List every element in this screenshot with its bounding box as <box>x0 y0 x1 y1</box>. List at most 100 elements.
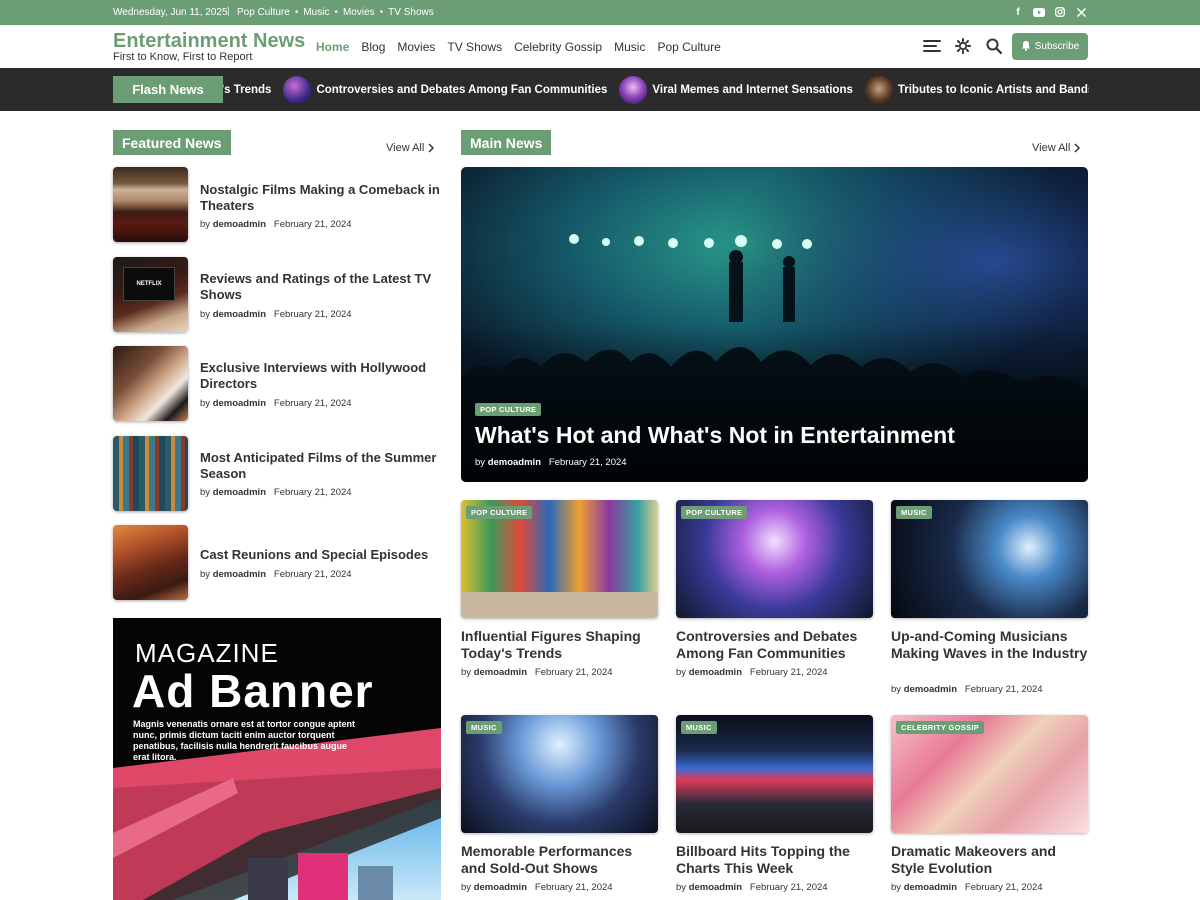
author-name[interactable]: demoadmin <box>213 219 266 230</box>
card-title[interactable]: Controversies and Debates Among Fan Comm… <box>676 628 874 662</box>
nav-celebrity-gossip[interactable]: Celebrity Gossip <box>514 40 602 54</box>
post-date: February 21, 2024 <box>273 219 352 230</box>
featured-title[interactable]: Reviews and Ratings of the Latest TV Sho… <box>200 271 445 303</box>
author-name[interactable]: demoadmin <box>904 882 957 893</box>
top-link-tv-shows[interactable]: TV Shows <box>388 7 434 18</box>
current-date: Wednesday, Jun 11, 2025 <box>113 7 228 18</box>
author-name[interactable]: demoadmin <box>474 882 527 893</box>
nav-blog[interactable]: Blog <box>361 40 385 54</box>
hero-title[interactable]: What's Hot and What's Not in Entertainme… <box>475 422 955 449</box>
ad-body-text: Magnis venenatis ornare est at tortor co… <box>133 719 356 762</box>
post-meta: by demoadmin February 21, 2024 <box>200 569 352 580</box>
bell-icon <box>1021 40 1031 54</box>
featured-thumbnail[interactable] <box>113 525 188 600</box>
nav-pop-culture[interactable]: Pop Culture <box>657 40 720 54</box>
ticker-item-title: y's Trends <box>223 83 272 96</box>
featured-item[interactable]: Exclusive Interviews with Hollywood Dire… <box>113 346 443 422</box>
subscribe-label: Subscribe <box>1034 41 1080 52</box>
post-date: February 21, 2024 <box>273 569 352 580</box>
view-all-label: View All <box>1032 142 1071 154</box>
nav-tv-shows[interactable]: TV Shows <box>447 40 502 54</box>
author-name[interactable]: demoadmin <box>213 309 266 320</box>
post-meta: by demoadmin February 21, 2024 <box>891 882 1043 893</box>
main-view-all[interactable]: View All <box>1032 142 1081 154</box>
post-meta: by demoadmin February 21, 2024 <box>200 219 352 230</box>
card-title[interactable]: Up-and-Coming Musicians Making Waves in … <box>891 628 1089 662</box>
flash-news-bar: Flash News y's Trends Controversies and … <box>0 68 1200 111</box>
featured-title[interactable]: Cast Reunions and Special Episodes <box>200 547 445 563</box>
author-name[interactable]: demoadmin <box>474 667 527 678</box>
category-badge[interactable]: MUSIC <box>466 721 502 734</box>
featured-item[interactable]: Cast Reunions and Special Episodes by de… <box>113 525 443 601</box>
post-date: February 21, 2024 <box>273 398 352 409</box>
category-badge[interactable]: CELEBRITY GOSSIP <box>896 721 985 734</box>
site-tagline: First to Know, First to Report <box>113 51 253 63</box>
post-date: February 21, 2024 <box>749 882 828 893</box>
ticker-item[interactable]: Controversies and Debates Among Fan Comm… <box>283 75 607 104</box>
author-name[interactable]: demoadmin <box>488 457 541 468</box>
card-title[interactable]: Memorable Performances and Sold-Out Show… <box>461 843 659 877</box>
top-bar: Wednesday, Jun 11, 2025 | Pop Culture • … <box>0 0 1200 25</box>
ticker-item[interactable]: y's Trends <box>223 84 271 96</box>
hero-post[interactable]: POP CULTURE What's Hot and What's Not in… <box>461 167 1088 482</box>
featured-item[interactable]: NETFLIX Reviews and Ratings of the Lates… <box>113 257 443 333</box>
card-title[interactable]: Influential Figures Shaping Today's Tren… <box>461 628 659 662</box>
featured-view-all[interactable]: View All <box>386 142 435 154</box>
main-news-heading: Main News <box>461 130 552 155</box>
featured-item[interactable]: Most Anticipated Films of the Summer Sea… <box>113 436 443 512</box>
ticker-thumbnail <box>283 75 312 104</box>
category-badge[interactable]: MUSIC <box>681 721 717 734</box>
featured-thumbnail[interactable] <box>113 167 188 242</box>
author-name[interactable]: demoadmin <box>689 882 742 893</box>
nav-movies[interactable]: Movies <box>397 40 435 54</box>
featured-item[interactable]: Nostalgic Films Making a Comeback in The… <box>113 167 443 243</box>
site-title[interactable]: Entertainment News <box>113 30 305 53</box>
author-name[interactable]: demoadmin <box>213 569 266 580</box>
top-link-music[interactable]: Music <box>303 7 329 18</box>
ad-banner[interactable]: MAGAZINE Ad Banner Magnis venenatis orna… <box>113 618 441 900</box>
post-meta: by demoadmin February 21, 2024 <box>891 684 1043 695</box>
category-badge[interactable]: POP CULTURE <box>475 403 542 416</box>
post-date: February 21, 2024 <box>534 667 613 678</box>
category-badge[interactable]: POP CULTURE <box>681 506 748 519</box>
featured-thumbnail[interactable] <box>113 436 188 511</box>
post-meta: by demoadmin February 21, 2024 <box>676 667 828 678</box>
menu-icon[interactable] <box>923 37 941 55</box>
theme-toggle-icon[interactable] <box>954 37 972 55</box>
featured-thumbnail[interactable]: NETFLIX <box>113 257 188 332</box>
author-name[interactable]: demoadmin <box>213 487 266 498</box>
x-icon[interactable] <box>1075 6 1087 18</box>
ticker-item[interactable]: Tributes to Iconic Artists and Bands <box>864 75 1089 104</box>
featured-title[interactable]: Nostalgic Films Making a Comeback in The… <box>200 182 445 214</box>
social-links: f <box>1012 6 1087 18</box>
nav-music[interactable]: Music <box>614 40 645 54</box>
subscribe-button[interactable]: Subscribe <box>1012 33 1088 60</box>
search-icon[interactable] <box>985 37 1003 55</box>
ticker-item-title: Tributes to Iconic Artists and Bands <box>897 83 1089 96</box>
post-date: February 21, 2024 <box>548 457 627 468</box>
ticker-item[interactable]: Viral Memes and Internet Sensations <box>619 75 853 104</box>
featured-news-heading: Featured News <box>113 130 231 155</box>
featured-title[interactable]: Exclusive Interviews with Hollywood Dire… <box>200 360 445 392</box>
top-link-pop-culture[interactable]: Pop Culture <box>237 7 290 18</box>
top-bar-links: Pop Culture • Music • Movies • TV Shows <box>237 7 434 18</box>
author-name[interactable]: demoadmin <box>689 667 742 678</box>
post-meta: by demoadmin February 21, 2024 <box>676 882 828 893</box>
author-name[interactable]: demoadmin <box>904 684 957 695</box>
featured-thumbnail[interactable] <box>113 346 188 421</box>
post-date: February 21, 2024 <box>964 882 1043 893</box>
category-badge[interactable]: POP CULTURE <box>466 506 533 519</box>
facebook-icon[interactable]: f <box>1012 6 1024 18</box>
view-all-label: View All <box>386 142 425 154</box>
nav-home[interactable]: Home <box>316 40 349 54</box>
post-meta: by demoadmin February 21, 2024 <box>200 487 352 498</box>
author-name[interactable]: demoadmin <box>213 398 266 409</box>
youtube-icon[interactable] <box>1033 6 1045 18</box>
post-meta: by demoadmin February 21, 2024 <box>475 457 627 468</box>
card-title[interactable]: Dramatic Makeovers and Style Evolution <box>891 843 1089 877</box>
instagram-icon[interactable] <box>1054 6 1066 18</box>
top-link-movies[interactable]: Movies <box>343 7 375 18</box>
card-title[interactable]: Billboard Hits Topping the Charts This W… <box>676 843 874 877</box>
category-badge[interactable]: MUSIC <box>896 506 932 519</box>
featured-title[interactable]: Most Anticipated Films of the Summer Sea… <box>200 450 445 482</box>
